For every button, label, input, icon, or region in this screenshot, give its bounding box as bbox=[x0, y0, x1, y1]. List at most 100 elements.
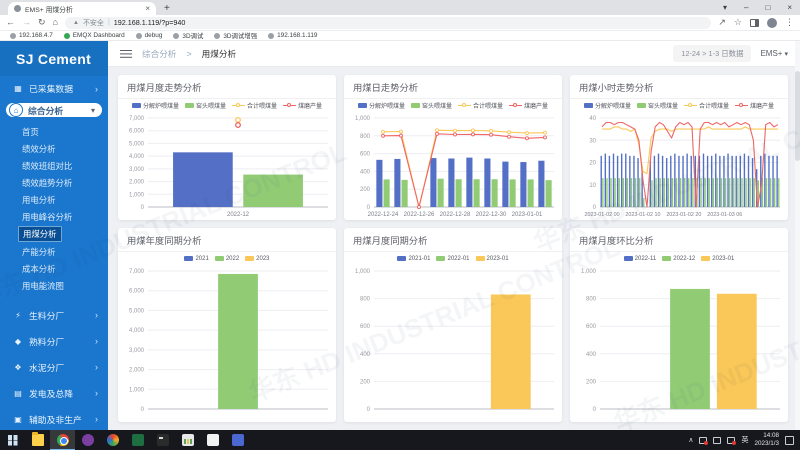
legend-swatch bbox=[684, 102, 697, 109]
sidebar-subitem[interactable]: 用电峰谷分析 bbox=[0, 208, 108, 225]
sidebar-subitem[interactable]: 首页 bbox=[0, 123, 108, 140]
sidebar-item-comprehensive-analysis[interactable]: ⌂ 综合分析 ▾ bbox=[6, 103, 102, 117]
bookmark-label: 192.168.1.119 bbox=[277, 32, 317, 39]
sidebar-subitem[interactable]: 成本分析 bbox=[0, 260, 108, 277]
browser-tab[interactable]: EMS+ 用煤分析 × bbox=[8, 2, 156, 15]
legend-item[interactable]: 2021 bbox=[184, 256, 208, 262]
tray-app-icon[interactable] bbox=[699, 437, 707, 444]
bookmark-favicon-icon bbox=[173, 33, 179, 39]
sidebar-subitem[interactable]: 产能分析 bbox=[0, 243, 108, 260]
legend-item[interactable]: 分解炉喂煤量 bbox=[584, 101, 631, 110]
chart-canvas: 02004006008001,000 bbox=[344, 265, 562, 422]
reload-icon[interactable]: ↻ bbox=[38, 18, 46, 27]
taskbar-app-purple-button[interactable] bbox=[75, 430, 100, 450]
legend-item[interactable]: 2023 bbox=[245, 256, 269, 262]
sidebar-subitem[interactable]: 绩效分析 bbox=[0, 140, 108, 157]
tray-volume-icon[interactable] bbox=[727, 437, 735, 444]
sidebar-section[interactable]: ⚡生料分厂› bbox=[0, 302, 108, 328]
browser-menu-icon[interactable]: ⋮ bbox=[785, 18, 794, 27]
taskbar-excel-button[interactable] bbox=[125, 430, 150, 450]
page-url[interactable]: 192.168.1.119/?p=940 bbox=[114, 18, 186, 27]
legend-item[interactable]: 2022-11 bbox=[624, 256, 657, 262]
legend-item[interactable]: 窑头喂煤量 bbox=[411, 101, 452, 110]
svg-text:600: 600 bbox=[586, 324, 597, 330]
taskbar-start-button[interactable] bbox=[0, 430, 25, 450]
breadcrumb-root[interactable]: 综合分析 bbox=[142, 48, 176, 60]
taskbar-explorer-button[interactable] bbox=[25, 430, 50, 450]
tray-language-indicator[interactable]: 英 bbox=[741, 435, 748, 445]
side-panel-icon[interactable] bbox=[750, 19, 759, 27]
chart-canvas: 02004006008001,000 bbox=[570, 265, 788, 422]
chart-plot: 02004006008001,0002022-12-242022-12-2620… bbox=[344, 112, 562, 220]
svg-text:4,000: 4,000 bbox=[129, 154, 145, 160]
tray-monitor-icon[interactable] bbox=[713, 437, 721, 444]
legend-item[interactable]: 分解炉喂煤量 bbox=[132, 101, 179, 110]
legend-item[interactable]: 分解炉喂煤量 bbox=[358, 101, 405, 110]
legend-item[interactable]: 窑头喂煤量 bbox=[185, 101, 226, 110]
forward-icon[interactable]: → bbox=[22, 18, 31, 27]
taskbar-terminal-button[interactable] bbox=[150, 430, 175, 450]
window-close-button[interactable]: × bbox=[787, 4, 792, 12]
home-icon[interactable]: ⌂ bbox=[53, 18, 58, 27]
sidebar-section[interactable]: ▣辅助及非生产› bbox=[0, 406, 108, 430]
legend-item[interactable]: 2022-01 bbox=[436, 256, 469, 262]
sidebar-item-label: 辅助及非生产 bbox=[29, 413, 89, 426]
sidebar-subitem[interactable]: 绩效班组对比 bbox=[0, 157, 108, 174]
url-input[interactable]: ▲ 不安全 | 192.168.1.119/?p=940 bbox=[65, 17, 711, 29]
security-label[interactable]: 不安全 bbox=[83, 18, 104, 28]
new-tab-button[interactable]: + bbox=[164, 3, 170, 14]
legend-item[interactable]: 2022 bbox=[215, 256, 239, 262]
window-minimize-button[interactable]: – bbox=[744, 4, 748, 12]
legend-item[interactable]: 2023-01 bbox=[476, 256, 509, 262]
legend-label: 分解炉喂煤量 bbox=[143, 101, 179, 110]
bookmark-item[interactable]: 192.168.4.7 bbox=[10, 32, 53, 39]
profile-avatar[interactable] bbox=[767, 18, 777, 28]
sidebar-section[interactable]: ◆熟料分厂› bbox=[0, 328, 108, 354]
legend-item[interactable]: 煤磨产量 bbox=[735, 101, 774, 110]
bookmark-item[interactable]: 3D调试 bbox=[173, 31, 203, 40]
taskbar-app-rainbow-button[interactable] bbox=[100, 430, 125, 450]
legend-item[interactable]: 2023-01 bbox=[701, 256, 734, 262]
sidebar-section[interactable]: ▤发电及总降› bbox=[0, 380, 108, 406]
back-icon[interactable]: ← bbox=[6, 18, 15, 27]
scrollbar-thumb[interactable] bbox=[795, 71, 800, 161]
svg-text:0: 0 bbox=[141, 407, 145, 413]
sidebar-subitem[interactable]: 绩效趋势分析 bbox=[0, 174, 108, 191]
sidebar-section[interactable]: ❖水泥分厂› bbox=[0, 354, 108, 380]
scrollbar[interactable] bbox=[795, 41, 800, 430]
legend-item[interactable]: 煤磨产量 bbox=[283, 101, 322, 110]
hamburger-menu-icon[interactable] bbox=[120, 49, 132, 59]
sidebar-subitem[interactable]: 用电能流图 bbox=[0, 277, 108, 294]
legend-item[interactable]: 合计喂煤量 bbox=[684, 101, 729, 110]
taskbar-chrome-button[interactable] bbox=[50, 430, 75, 450]
legend-swatch bbox=[232, 102, 245, 109]
bookmark-item[interactable]: EMQX Dashboard bbox=[64, 32, 125, 39]
bookmark-star-icon[interactable]: ☆ bbox=[734, 18, 742, 27]
sidebar-item-collected-data[interactable]: ▦ 已采集数据 › bbox=[0, 76, 108, 101]
taskbar-app-chart-button[interactable] bbox=[175, 430, 200, 450]
tab-close-icon[interactable]: × bbox=[145, 5, 150, 13]
svg-text:2,000: 2,000 bbox=[129, 180, 145, 186]
tray-clock[interactable]: 14:08 2023/1/3 bbox=[754, 432, 779, 448]
bookmark-item[interactable]: debug bbox=[136, 32, 163, 39]
legend-item[interactable]: 合计喂煤量 bbox=[232, 101, 277, 110]
tray-expand-icon[interactable]: ∧ bbox=[688, 436, 693, 444]
legend-item[interactable]: 煤磨产量 bbox=[509, 101, 548, 110]
legend-item[interactable]: 2022-12 bbox=[662, 256, 695, 262]
date-range-button[interactable]: 12-24 > 1-3 日数据 bbox=[673, 45, 751, 62]
legend-item[interactable]: 合计喂煤量 bbox=[458, 101, 503, 110]
sidebar-subitem[interactable]: 用电分析 bbox=[0, 191, 108, 208]
user-menu[interactable]: EMS+ ▾ bbox=[760, 49, 788, 58]
share-icon[interactable]: ↗ bbox=[718, 18, 726, 27]
taskbar-app-doc-button[interactable] bbox=[200, 430, 225, 450]
taskbar-app-blue-button[interactable] bbox=[225, 430, 250, 450]
sidebar-subitem[interactable]: 用煤分析 bbox=[18, 226, 62, 242]
legend-item[interactable]: 2021-01 bbox=[397, 256, 430, 262]
window-maximize-button[interactable]: □ bbox=[765, 4, 770, 12]
notification-center-icon[interactable] bbox=[785, 436, 794, 445]
legend-item[interactable]: 窑头喂煤量 bbox=[637, 101, 678, 110]
bookmark-item[interactable]: 192.168.1.119 bbox=[268, 32, 317, 39]
tab-search-icon[interactable]: ▾ bbox=[723, 4, 727, 12]
chart-card: 用煤年度同期分析 202120222023 01,0002,0003,0004,… bbox=[118, 228, 336, 422]
bookmark-item[interactable]: 3D调试增强 bbox=[214, 31, 257, 40]
